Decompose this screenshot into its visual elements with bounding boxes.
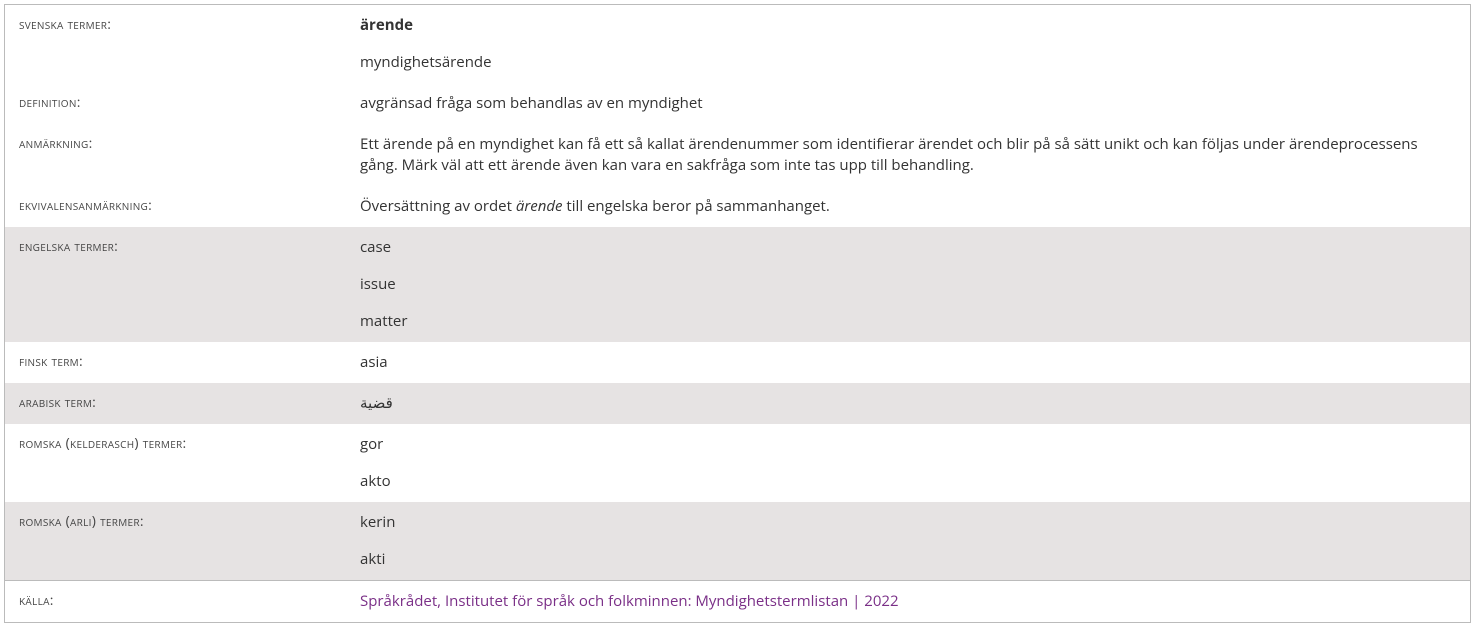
term-card: svenska termer: ärende myndighetsärende … — [4, 4, 1471, 623]
row-engelska: engelska termer: case issue matter — [5, 227, 1470, 342]
row-finsk: finsk term: asia — [5, 342, 1470, 383]
engelska-2: matter — [360, 303, 1456, 332]
row-definition: definition: avgränsad fråga som behandla… — [5, 83, 1470, 124]
row-kalla: källa: Språkrådet, Institutet för språk … — [5, 581, 1470, 622]
value-romska-kelderasch: gor akto — [360, 424, 1470, 502]
ekv-italic: ärende — [516, 196, 563, 216]
value-anmarkning: Ett ärende på en myndighet kan få ett så… — [360, 124, 1470, 186]
row-arabisk: arabisk term: قضية — [5, 383, 1470, 424]
svenska-secondary: myndighetsärende — [360, 44, 1456, 73]
label-definition: definition: — [5, 83, 360, 122]
arli-0: kerin — [360, 512, 1456, 541]
row-ekvivalens: ekvivalensanmärkning: Översättning av or… — [5, 186, 1470, 227]
arabisk-text: قضية — [360, 393, 393, 414]
label-anmarkning: anmärkning: — [5, 124, 360, 163]
row-anmarkning: anmärkning: Ett ärende på en myndighet k… — [5, 124, 1470, 186]
label-finsk: finsk term: — [5, 342, 360, 381]
value-svenska: ärende myndighetsärende — [360, 5, 1470, 83]
label-romska-arli: romska (arli) termer: — [5, 502, 360, 541]
label-ekvivalens: ekvivalensanmärkning: — [5, 186, 360, 225]
value-ekvivalens: Översättning av ordet ärende till engels… — [360, 186, 1470, 227]
value-engelska: case issue matter — [360, 227, 1470, 342]
ekv-post: till engelska beror på sammanhanget. — [563, 196, 830, 216]
row-svenska: svenska termer: ärende myndighetsärende — [5, 5, 1470, 83]
label-romska-kelderasch: romska (kelderasch) termer: — [5, 424, 360, 463]
label-svenska: svenska termer: — [5, 5, 360, 44]
label-engelska: engelska termer: — [5, 227, 360, 266]
svenska-primary: ärende — [360, 15, 1456, 44]
value-kalla: Språkrådet, Institutet för språk och fol… — [360, 581, 1470, 622]
arli-1: akti — [360, 541, 1456, 570]
value-finsk: asia — [360, 342, 1470, 383]
row-romska-arli: romska (arli) termer: kerin akti — [5, 502, 1470, 580]
value-arabisk: قضية — [360, 383, 1470, 424]
label-arabisk: arabisk term: — [5, 383, 360, 422]
row-romska-kelderasch: romska (kelderasch) termer: gor akto — [5, 424, 1470, 502]
label-kalla: källa: — [5, 581, 360, 620]
ekv-pre: Översättning av ordet — [360, 196, 516, 216]
engelska-1: issue — [360, 266, 1456, 303]
source-link[interactable]: Språkrådet, Institutet för språk och fol… — [360, 591, 899, 611]
engelska-0: case — [360, 237, 1456, 266]
kelderasch-1: akto — [360, 463, 1456, 492]
kelderasch-0: gor — [360, 434, 1456, 463]
value-romska-arli: kerin akti — [360, 502, 1470, 580]
value-definition: avgränsad fråga som behandlas av en mynd… — [360, 83, 1470, 124]
